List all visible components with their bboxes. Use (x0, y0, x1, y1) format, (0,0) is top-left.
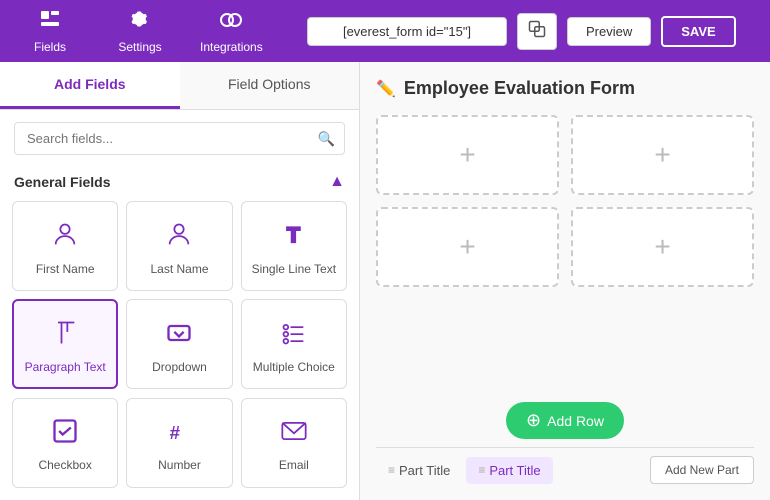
part-title-bar: ≡ Part Title ≡ Part Title Add New Part (376, 447, 754, 484)
fields-grid: First Name Last Name T Single Line Text Para… (0, 201, 359, 500)
plus-circle-icon: ⊕ (526, 410, 541, 431)
top-nav: Fields Settings Integrations [everest_fo… (0, 0, 770, 62)
add-new-part-button[interactable]: Add New Part (650, 456, 754, 484)
search-container: 🔍 (0, 110, 359, 167)
field-item-single-line[interactable]: T Single Line Text (241, 201, 347, 291)
field-item-checkbox[interactable]: Checkbox (12, 398, 118, 488)
field-label-dropdown: Dropdown (152, 360, 207, 374)
field-label-single-line: Single Line Text (252, 262, 337, 276)
dropdown-icon (165, 319, 193, 354)
field-item-number[interactable]: # Number (126, 398, 232, 488)
field-item-first-name[interactable]: First Name (12, 201, 118, 291)
single-line-icon: T (280, 221, 308, 256)
form-cell-1-2[interactable]: + (571, 115, 754, 195)
copy-shortcode-button[interactable] (517, 13, 557, 50)
number-icon: # (165, 417, 193, 452)
field-label-last-name: Last Name (150, 262, 208, 276)
tab-add-fields[interactable]: Add Fields (0, 62, 180, 109)
nav-settings[interactable]: Settings (110, 8, 170, 54)
nav-settings-label: Settings (118, 40, 161, 54)
field-item-multiple-choice[interactable]: Multiple Choice (241, 299, 347, 389)
part-title-item-1[interactable]: ≡ Part Title (376, 457, 462, 484)
nav-fields[interactable]: Fields (20, 8, 80, 54)
multiple-choice-icon (280, 319, 308, 354)
part-title-label-1: Part Title (399, 463, 450, 478)
search-input[interactable] (14, 122, 345, 155)
field-label-number: Number (158, 458, 201, 472)
left-panel: Add Fields Field Options 🔍 General Field… (0, 62, 360, 500)
svg-text:#: # (170, 422, 181, 443)
add-row-container: ⊕ Add Row (376, 402, 754, 439)
pencil-icon: ✏️ (376, 79, 396, 99)
form-row-1: + + (376, 115, 754, 195)
main-layout: Add Fields Field Options 🔍 General Field… (0, 62, 770, 500)
email-icon (280, 417, 308, 452)
part-title-label-2: Part Title (489, 463, 540, 478)
first-name-icon (51, 221, 79, 256)
form-canvas: + + + + (376, 115, 754, 398)
form-title: ✏️ Employee Evaluation Form (376, 78, 754, 99)
add-row-button[interactable]: ⊕ Add Row (506, 402, 624, 439)
field-label-email: Email (279, 458, 309, 472)
field-label-paragraph: Paragraph Text (25, 360, 106, 374)
nav-integrations[interactable]: Integrations (200, 8, 263, 54)
right-panel: ✏️ Employee Evaluation Form + + + + ⊕ Ad… (360, 62, 770, 500)
field-label-first-name: First Name (36, 262, 95, 276)
svg-text:T: T (287, 224, 300, 247)
panel-tabs: Add Fields Field Options (0, 62, 359, 110)
field-item-paragraph[interactable]: Paragraph Text (12, 299, 118, 389)
field-label-checkbox: Checkbox (38, 458, 91, 472)
form-row-2: + + (376, 207, 754, 287)
field-item-dropdown[interactable]: Dropdown (126, 299, 232, 389)
search-icon: 🔍 (318, 130, 335, 147)
tab-field-options[interactable]: Field Options (180, 62, 360, 109)
fields-icon (38, 8, 62, 38)
preview-button[interactable]: Preview (567, 17, 651, 46)
paragraph-icon (51, 319, 79, 354)
settings-icon (128, 8, 152, 38)
nav-fields-label: Fields (34, 40, 66, 54)
field-label-multiple-choice: Multiple Choice (253, 360, 335, 374)
integrations-icon (218, 8, 244, 38)
nav-center: [everest_form id="15"] Preview SAVE (293, 13, 750, 50)
form-cell-1-1[interactable]: + (376, 115, 559, 195)
checkbox-icon (51, 417, 79, 452)
section-toggle[interactable]: ▲ (329, 173, 345, 191)
field-item-email[interactable]: Email (241, 398, 347, 488)
save-button[interactable]: SAVE (661, 16, 735, 47)
part-title-item-2[interactable]: ≡ Part Title (466, 457, 552, 484)
shortcode-display[interactable]: [everest_form id="15"] (307, 17, 507, 46)
nav-integrations-label: Integrations (200, 40, 263, 54)
drag-icon-2: ≡ (478, 463, 485, 477)
form-cell-2-1[interactable]: + (376, 207, 559, 287)
section-title: General Fields (14, 174, 110, 190)
drag-icon-1: ≡ (388, 463, 395, 477)
last-name-icon (165, 221, 193, 256)
field-item-last-name[interactable]: Last Name (126, 201, 232, 291)
form-cell-2-2[interactable]: + (571, 207, 754, 287)
section-header: General Fields ▲ (0, 167, 359, 201)
